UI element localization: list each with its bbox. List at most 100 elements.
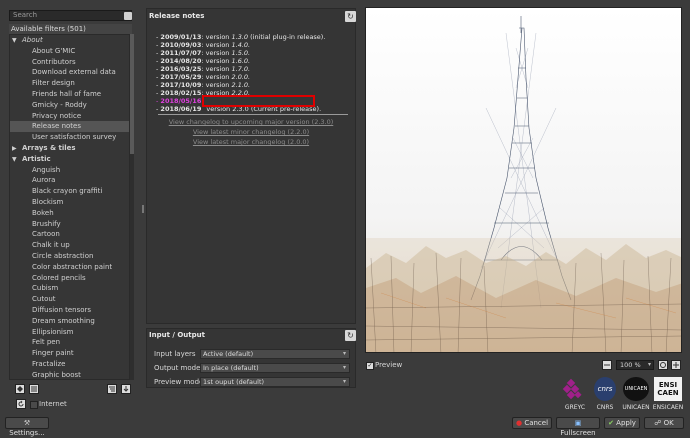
filter-item[interactable]: Download external data (10, 67, 129, 78)
changelog-link-minor[interactable]: View latest minor changelog (2.2.0) (146, 128, 356, 136)
changelog-link-upcoming[interactable]: View changelog to upcoming major version… (146, 118, 356, 126)
greyc-logo (562, 378, 586, 400)
io-reset-icon[interactable]: ↻ (345, 330, 356, 341)
filter-item[interactable]: About G'MIC (10, 46, 129, 57)
ok-button[interactable]: ☍ OK (644, 417, 684, 429)
zoom-in-icon[interactable] (671, 360, 681, 370)
internet-checkbox[interactable] (30, 401, 38, 409)
filter-item[interactable]: Colored pencils (10, 273, 129, 284)
zoom-value: 100 % (620, 361, 641, 369)
filter-item[interactable]: Circle abstraction (10, 251, 129, 262)
settings-icon: ⚒ (23, 419, 31, 427)
list-view-icon[interactable] (29, 384, 39, 394)
filter-item[interactable]: Bokeh (10, 208, 129, 219)
filter-item[interactable]: Privacy notice (10, 111, 129, 122)
filter-item[interactable]: Friends hall of fame (10, 89, 129, 100)
filter-item[interactable]: Contributors (10, 57, 129, 68)
chevron-down-icon[interactable]: ▼ (12, 155, 22, 165)
filter-label: Color abstraction paint (32, 262, 113, 271)
ensicaen-caption: ENSICAEN (652, 404, 684, 411)
filter-item[interactable]: Dream smoothing (10, 316, 129, 327)
release-note: - 2011/07/07: version 1.5.0. (156, 49, 352, 57)
refresh-icon[interactable] (16, 399, 26, 409)
filter-item[interactable]: Fractalize (10, 359, 129, 370)
filter-item[interactable]: Ellipsionism (10, 327, 129, 338)
fullscreen-button[interactable]: ▣ Fullscreen (556, 417, 600, 437)
apply-label: Apply (616, 419, 636, 427)
cnrs-caption: CNRS (596, 404, 614, 411)
filter-category[interactable]: ▼ Artistic (10, 154, 129, 165)
filter-item[interactable]: Release notes (10, 121, 129, 133)
cancel-button[interactable]: ● Cancel (512, 417, 552, 429)
panel-title: Release notes (149, 12, 205, 20)
filter-label: Arrays & tiles (22, 143, 76, 152)
input-layers-select[interactable]: Active (default) ▾ (200, 349, 350, 359)
zoom-combo[interactable]: 100 % ▾ (616, 360, 654, 370)
unicaen-logo: UNICAEN (623, 377, 649, 401)
filter-item[interactable]: Chalk it up (10, 240, 129, 251)
filter-item[interactable]: Cartoon (10, 229, 129, 240)
filter-item[interactable]: Blockism (10, 197, 129, 208)
filter-tree[interactable]: ▼ About About G'MIC Contributors Download ex… (9, 34, 130, 380)
filter-label: Cartoon (32, 230, 60, 239)
filter-item[interactable]: Cubism (10, 283, 129, 294)
scrollbar-thumb[interactable] (130, 34, 134, 154)
filter-label: Artistic (22, 154, 51, 163)
filter-label: Contributors (32, 57, 76, 66)
add-fave-icon[interactable] (15, 384, 25, 394)
filter-item[interactable]: Gmicky - Roddy (10, 100, 129, 111)
filter-item[interactable]: Filter design (10, 78, 129, 89)
filter-item[interactable]: Cutout (10, 294, 129, 305)
filter-label: Ellipsionism (32, 327, 74, 336)
release-text: : version (201, 57, 232, 65)
release-note: - 2010/09/03: version 1.4.0. (156, 41, 352, 49)
release-text: : version (201, 65, 232, 73)
release-date: 2016/03/25 (160, 65, 202, 73)
filter-item[interactable]: Anguish (10, 165, 129, 176)
filter-item[interactable]: Aurora (10, 175, 129, 186)
preview-image[interactable] (365, 7, 682, 353)
tree-expand-icon[interactable] (107, 384, 117, 394)
filters-header: Available filters (501) (9, 24, 132, 34)
filter-item[interactable]: Graphic boost (10, 370, 129, 379)
zoom-fit-icon[interactable] (658, 360, 668, 370)
chevron-down-icon[interactable]: ▼ (12, 36, 22, 46)
tree-scrollbar[interactable] (130, 34, 134, 380)
release-note: - 2009/01/13: version 1.3.0 (initial plu… (156, 33, 352, 41)
filter-label: Blockism (32, 197, 64, 206)
release-text: : version (201, 49, 232, 57)
release-date: 2010/09/03 (160, 41, 202, 49)
filter-item[interactable]: Color abstraction paint (10, 262, 129, 273)
release-date: 2009/01/13 (160, 33, 202, 41)
preview-mode-select[interactable]: 1st ouput (default) ▾ (200, 377, 350, 387)
zoom-out-icon[interactable] (602, 360, 612, 370)
io-title: Input / Output (149, 331, 205, 339)
settings-button[interactable]: ⚒ Settings... (5, 417, 49, 437)
filter-item[interactable]: User satisfaction survey (10, 132, 129, 143)
filter-label: Aurora (32, 176, 56, 185)
download-icon[interactable] (121, 384, 131, 394)
changelog-link-major[interactable]: View latest major changelog (2.0.0) (146, 138, 356, 146)
ensicaen-logo-line1: ENSI (658, 381, 678, 389)
splitter-handle[interactable] (142, 205, 144, 213)
chevron-right-icon[interactable]: ▶ (12, 144, 22, 154)
filter-category[interactable]: ▶ Arrays & tiles (10, 143, 129, 154)
filter-item[interactable]: Brushify (10, 219, 129, 230)
reset-params-icon[interactable]: ↻ (345, 11, 356, 22)
filter-item[interactable]: Diffusion tensors (10, 305, 129, 316)
search-clear-icon[interactable] (124, 12, 132, 20)
filter-item[interactable]: Finger paint (10, 348, 129, 359)
release-date: 2018/06/19 (160, 105, 202, 113)
output-mode-select[interactable]: In place (default) ▾ (200, 363, 350, 373)
release-version: 1.4.0. (231, 41, 251, 49)
filter-category[interactable]: ▼ About (10, 35, 129, 46)
release-note: - 2016/03/25: version 1.7.0. (156, 65, 352, 73)
cnrs-logo: cnrs (594, 377, 616, 401)
preview-checkbox[interactable]: ✓ (366, 362, 374, 370)
apply-button[interactable]: ✔ Apply (604, 417, 640, 429)
search-input[interactable]: Search (9, 10, 132, 21)
chevron-down-icon: ▾ (342, 378, 346, 385)
filter-item[interactable]: Black crayon graffiti (10, 186, 129, 197)
filter-item[interactable]: Felt pen (10, 337, 129, 348)
input-layers-label: Input layers (154, 350, 196, 358)
